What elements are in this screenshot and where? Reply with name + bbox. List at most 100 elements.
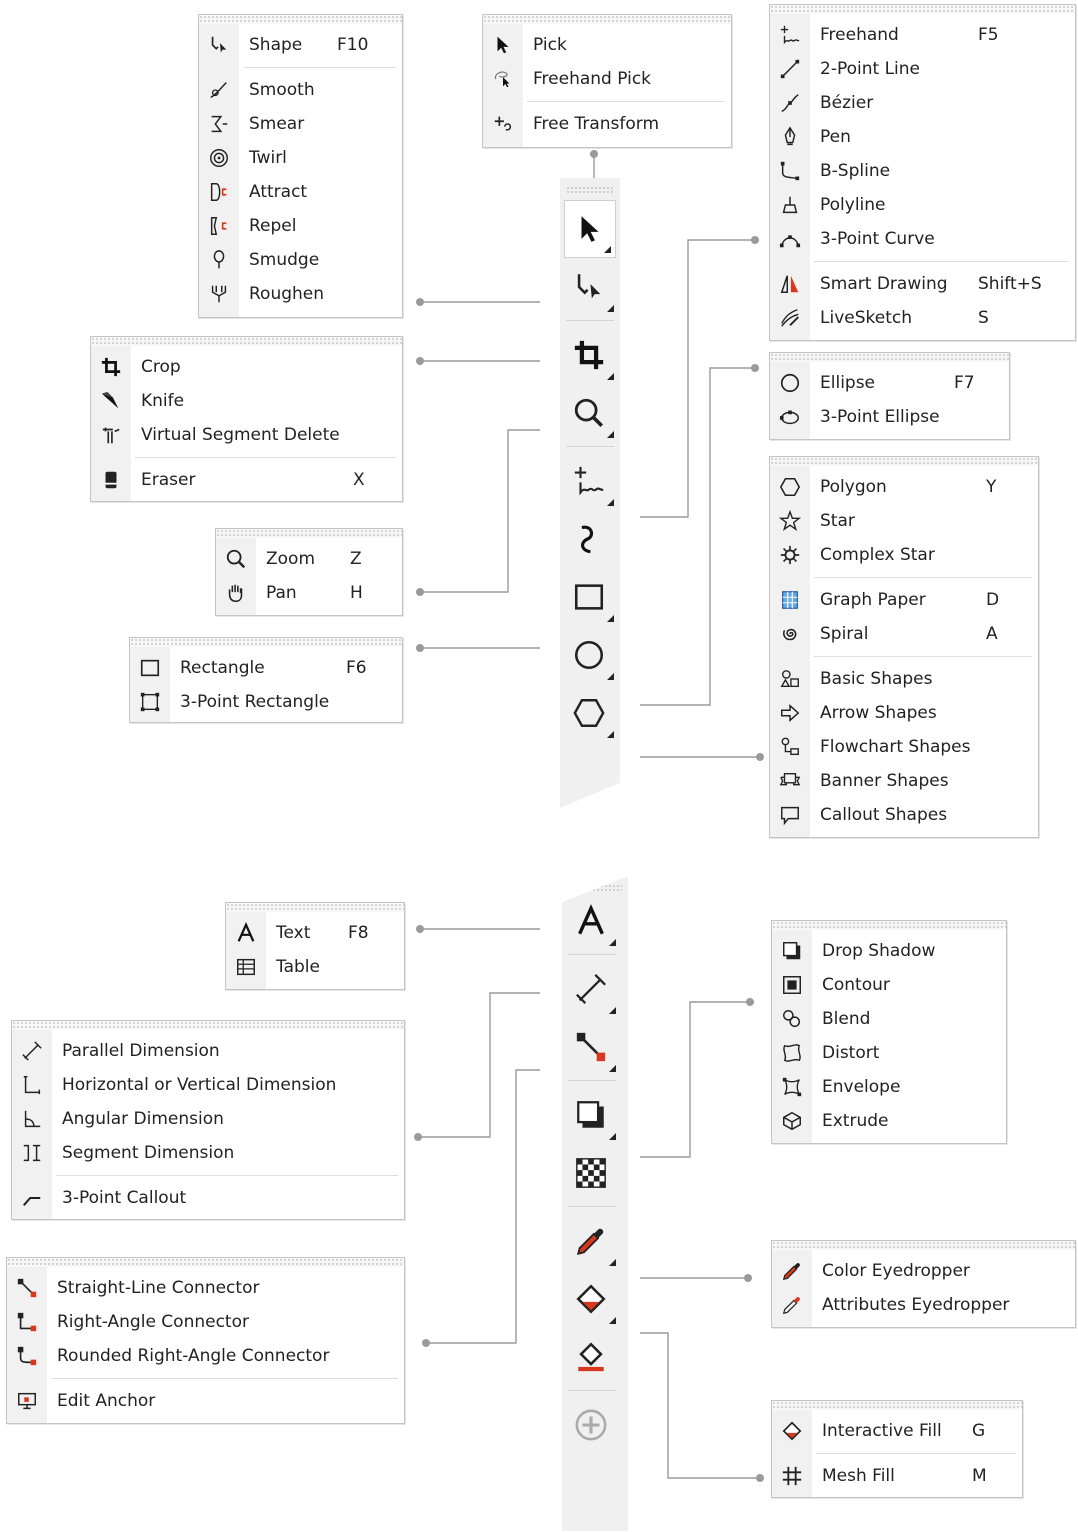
menu-item-parallel-dimension[interactable]: Parallel Dimension xyxy=(12,1034,404,1068)
menu-item-extrude[interactable]: Extrude xyxy=(772,1104,1006,1138)
menu-item-pan[interactable]: Pan H xyxy=(216,576,402,610)
menu-item-label: Angular Dimension xyxy=(62,1109,224,1129)
attract-icon xyxy=(210,183,227,201)
menu-item-distort[interactable]: Distort xyxy=(772,1036,1006,1070)
menu-item-callout-shapes[interactable]: Callout Shapes xyxy=(770,798,1038,832)
menu-item-knife[interactable]: Knife xyxy=(91,384,402,418)
menu-item-color-eyedropper[interactable]: Color Eyedropper xyxy=(772,1254,1075,1288)
flyout-indicator-icon xyxy=(609,1259,616,1266)
menu-item-repel[interactable]: Repel xyxy=(199,209,402,243)
eyedropper-tool[interactable] xyxy=(562,1212,620,1270)
ellipse-icon xyxy=(574,640,604,670)
menu-item-arrow-shapes[interactable]: Arrow Shapes xyxy=(770,696,1038,730)
artistic-media-tool[interactable] xyxy=(560,510,618,568)
menu-item-interactive-fill[interactable]: Interactive Fill G xyxy=(772,1414,1022,1448)
edit-anchor-icon xyxy=(7,1384,47,1418)
extrude-icon xyxy=(772,1104,812,1138)
menu-item-label: 2-Point Line xyxy=(820,59,920,79)
shape-tool[interactable] xyxy=(560,258,618,316)
pick-arrow-icon xyxy=(581,216,599,242)
menu-separator xyxy=(243,67,396,68)
flyout-items: Zoom Z Pan H xyxy=(216,529,402,610)
menu-item-drop-shadow[interactable]: Drop Shadow xyxy=(772,934,1006,968)
menu-item-smart-drawing[interactable]: Smart Drawing Shift+S xyxy=(770,267,1075,301)
smart-fill-tool[interactable] xyxy=(562,1328,620,1386)
menu-item-mesh-fill[interactable]: Mesh Fill M xyxy=(772,1459,1022,1493)
menu-item-smooth[interactable]: Smooth xyxy=(199,73,402,107)
connector-tool[interactable] xyxy=(562,1018,620,1076)
menu-item-edit-anchor[interactable]: Edit Anchor xyxy=(7,1384,404,1418)
menu-item-ellipse[interactable]: Ellipse F7 xyxy=(770,366,1009,400)
banner-shapes-icon xyxy=(779,772,801,786)
menu-item-segment-dimension[interactable]: Segment Dimension xyxy=(12,1136,404,1170)
menu-item-b-spline[interactable]: B-Spline xyxy=(770,154,1075,188)
menu-item-free-transform[interactable]: Free Transform xyxy=(483,107,731,141)
menu-item-envelope[interactable]: Envelope xyxy=(772,1070,1006,1104)
menu-item-star[interactable]: Star xyxy=(770,504,1038,538)
menu-item-banner-shapes[interactable]: Banner Shapes xyxy=(770,764,1038,798)
menu-item-attract[interactable]: Attract xyxy=(199,175,402,209)
menu-item-smear[interactable]: Smear xyxy=(199,107,402,141)
pick-arrow-icon xyxy=(497,36,509,54)
menu-item-freehand[interactable]: Freehand F5 xyxy=(770,18,1075,52)
menu-item-flowchart-shapes[interactable]: Flowchart Shapes xyxy=(770,730,1038,764)
bezier-icon xyxy=(781,94,799,112)
menu-item-b-zier[interactable]: Bézier xyxy=(770,86,1075,120)
transparency-tool[interactable] xyxy=(562,1144,620,1202)
polygon-tool[interactable] xyxy=(560,684,618,742)
zoom-tool[interactable] xyxy=(560,384,618,442)
menu-item-attributes-eyedropper[interactable]: Attributes Eyedropper xyxy=(772,1288,1075,1322)
menu-item-smudge[interactable]: Smudge xyxy=(199,243,402,277)
menu-item-virtual-segment-delete[interactable]: Virtual Segment Delete xyxy=(91,418,402,452)
text-tool[interactable] xyxy=(562,892,620,950)
menu-item-pick[interactable]: Pick xyxy=(483,28,731,62)
menu-item-3-point-rectangle[interactable]: 3-Point Rectangle xyxy=(130,685,402,719)
menu-item-spiral[interactable]: Spiral A xyxy=(770,617,1038,651)
menu-item-shortcut: M xyxy=(972,1466,987,1486)
menu-item-text[interactable]: Text F8 xyxy=(226,916,404,950)
menu-item-blend[interactable]: Blend xyxy=(772,1002,1006,1036)
crop-tool[interactable] xyxy=(560,326,618,384)
menu-item-3-point-callout[interactable]: 3-Point Callout xyxy=(12,1181,404,1215)
drop-shadow-tool[interactable] xyxy=(562,1086,620,1144)
menu-separator xyxy=(816,1453,1016,1454)
menu-item-twirl[interactable]: Twirl xyxy=(199,141,402,175)
freehand-tool[interactable] xyxy=(560,452,618,510)
menu-item-rounded-right-angle-connector[interactable]: Rounded Right-Angle Connector xyxy=(7,1339,404,1373)
menu-item-graph-paper[interactable]: Graph Paper D xyxy=(770,583,1038,617)
envelope-icon xyxy=(782,1077,802,1097)
menu-item-3-point-ellipse[interactable]: 3-Point Ellipse xyxy=(770,400,1009,434)
menu-item-basic-shapes[interactable]: Basic Shapes xyxy=(770,662,1038,696)
dimension-tool[interactable] xyxy=(562,960,620,1018)
ellipse-tool[interactable] xyxy=(560,626,618,684)
rectangle-tool[interactable] xyxy=(560,568,618,626)
menu-item-shape[interactable]: Shape F10 xyxy=(199,28,402,62)
menu-item-roughen[interactable]: Roughen xyxy=(199,277,402,311)
menu-item-complex-star[interactable]: Complex Star xyxy=(770,538,1038,572)
segment-dimension-icon xyxy=(12,1136,52,1170)
menu-item-pen[interactable]: Pen xyxy=(770,120,1075,154)
menu-item-3-point-curve[interactable]: 3-Point Curve xyxy=(770,222,1075,256)
menu-item-rectangle[interactable]: Rectangle F6 xyxy=(130,651,402,685)
interactive-fill-tool[interactable] xyxy=(562,1270,620,1328)
menu-item-polygon[interactable]: Polygon Y xyxy=(770,470,1038,504)
menu-item-zoom[interactable]: Zoom Z xyxy=(216,542,402,576)
menu-item-straight-line-connector[interactable]: Straight-Line Connector xyxy=(7,1271,404,1305)
menu-item-freehand-pick[interactable]: Freehand Pick xyxy=(483,62,731,96)
menu-item-contour[interactable]: Contour xyxy=(772,968,1006,1002)
menu-item-horizontal-or-vertical-dimension[interactable]: Horizontal or Vertical Dimension xyxy=(12,1068,404,1102)
zoom-icon xyxy=(226,549,246,569)
menu-item-crop[interactable]: Crop xyxy=(91,350,402,384)
menu-item-2-point-line[interactable]: 2-Point Line xyxy=(770,52,1075,86)
add-tool-button[interactable] xyxy=(562,1396,620,1454)
artistic-media-icon xyxy=(581,525,594,554)
rectangle-icon xyxy=(140,659,160,677)
menu-item-right-angle-connector[interactable]: Right-Angle Connector xyxy=(7,1305,404,1339)
menu-item-livesketch[interactable]: LiveSketch S xyxy=(770,301,1075,335)
graph-paper-icon xyxy=(782,591,798,609)
menu-item-polyline[interactable]: Polyline xyxy=(770,188,1075,222)
menu-item-angular-dimension[interactable]: Angular Dimension xyxy=(12,1102,404,1136)
pick-tool[interactable] xyxy=(564,200,616,258)
menu-item-eraser[interactable]: Eraser X xyxy=(91,463,402,497)
menu-item-table[interactable]: Table xyxy=(226,950,404,984)
